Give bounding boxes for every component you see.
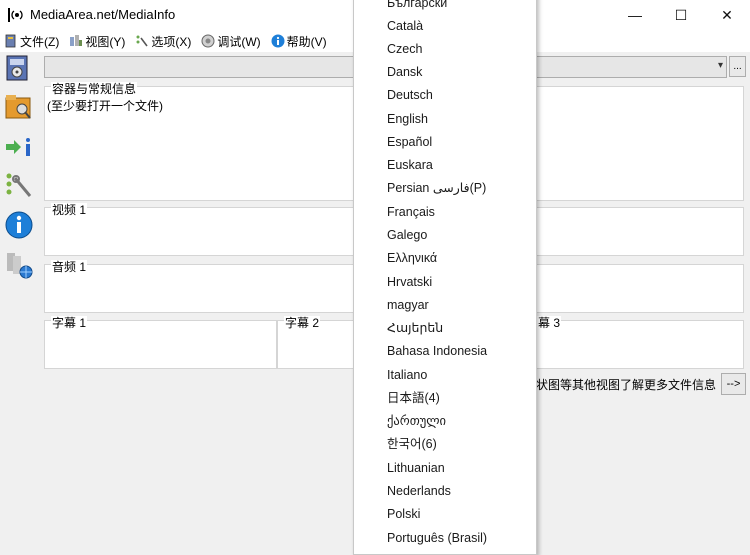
minimize-icon: — [628,7,642,23]
close-button[interactable]: ✕ [704,0,750,30]
menu-file-label: 文件(Z) [20,34,60,49]
help-icon [271,34,285,48]
subtitle3-panel: 幕 3 [510,316,744,369]
file-icon [4,34,18,48]
language-item-hungarian[interactable]: magyar [387,295,429,315]
general-panel-sub: (至少要打开一个文件) [47,99,163,113]
language-item-greek[interactable]: Ελληνικά [387,248,437,268]
language-item-croatian[interactable]: Hrvatski [387,272,432,292]
language-item-basque[interactable]: Euskara [387,155,433,175]
language-item-portuguese-brazil[interactable]: Português (Brasil) [387,528,487,548]
maximize-icon: ☐ [674,6,688,23]
mediainfo-logo-icon [8,8,24,22]
browse-button[interactable]: ... [729,56,746,77]
close-icon: ✕ [721,6,733,23]
about-icon [4,210,34,243]
preferences-button[interactable] [2,170,36,202]
open-file-icon [4,54,34,87]
menu-debug[interactable]: 调试(W) [201,33,261,50]
language-item-german[interactable]: Deutsch [387,85,433,105]
subtitle3-panel-label: 幕 3 [537,316,562,330]
language-item-georgian[interactable]: ქართული [387,411,446,431]
left-toolbar [0,52,41,555]
minimize-button[interactable]: — [612,0,658,30]
debug-icon [201,34,215,48]
language-item-czech[interactable]: Czech [387,39,422,59]
language-item-italian[interactable]: Italiano [387,365,427,385]
menu-options-label: 选项(X) [151,34,192,49]
open-file-button[interactable] [2,54,36,86]
subtitle1-panel: 字幕 1 [44,316,277,369]
language-item-spanish[interactable]: Español [387,132,432,152]
open-folder-button[interactable] [2,92,36,124]
hint-text: 状图等其他视图了解更多文件信息 [536,378,717,392]
video-panel-label: 视频 1 [51,203,88,217]
language-item-japanese[interactable]: 日本語(4) [387,388,440,408]
menu-file[interactable]: 文件(Z) [4,33,59,50]
menu-options[interactable]: 选项(X) [135,33,191,50]
language-item-galician[interactable]: Galego [387,225,427,245]
subtitle1-panel-label: 字幕 1 [51,316,88,330]
menu-view-label: 视图(Y) [85,34,126,49]
language-item-catalan[interactable]: Català [387,16,423,36]
language-item-french[interactable]: Français [387,202,435,222]
language-item-indonesian[interactable]: Bahasa Indonesia [387,341,487,361]
subtitle2-panel-label: 字幕 2 [284,316,321,330]
language-menu: Български Català Czech Dansk Deutsch Eng… [353,0,537,555]
language-item-bulgarian[interactable]: Български [387,0,447,13]
open-folder-icon [4,92,34,125]
language-item-persian[interactable]: Persian فارسی(P) [387,178,486,198]
chevron-down-icon: ▾ [717,60,723,71]
options-icon [135,34,149,48]
menu-view[interactable]: 视图(Y) [69,33,125,50]
view-icon [69,34,83,48]
export-info-icon [4,132,34,165]
language-item-danish[interactable]: Dansk [387,62,422,82]
language-item-lithuanian[interactable]: Lithuanian [387,458,445,478]
menu-help[interactable]: 帮助(V) [271,33,327,50]
language-item-polish[interactable]: Polski [387,504,420,524]
menu-help-label: 帮助(V) [286,34,327,49]
maximize-button[interactable]: ☐ [658,0,704,30]
language-item-korean[interactable]: 한국어(6) [387,434,437,454]
export-info-button[interactable] [2,132,36,164]
web-icon [4,250,34,283]
about-button[interactable] [2,210,36,242]
language-item-dutch[interactable]: Nederlands [387,481,451,501]
window-title: MediaArea.net/MediaInfo [30,7,176,22]
language-item-english[interactable]: English [387,109,428,129]
menu-debug-label: 调试(W) [217,34,261,49]
web-button[interactable] [2,250,36,282]
preferences-icon [4,170,34,203]
language-item-armenian[interactable]: Հայերեն [387,318,443,338]
general-panel-label: 容器与常规信息 [51,82,138,96]
next-view-button[interactable]: --> [721,373,746,395]
audio-panel-label: 音频 1 [51,260,88,274]
